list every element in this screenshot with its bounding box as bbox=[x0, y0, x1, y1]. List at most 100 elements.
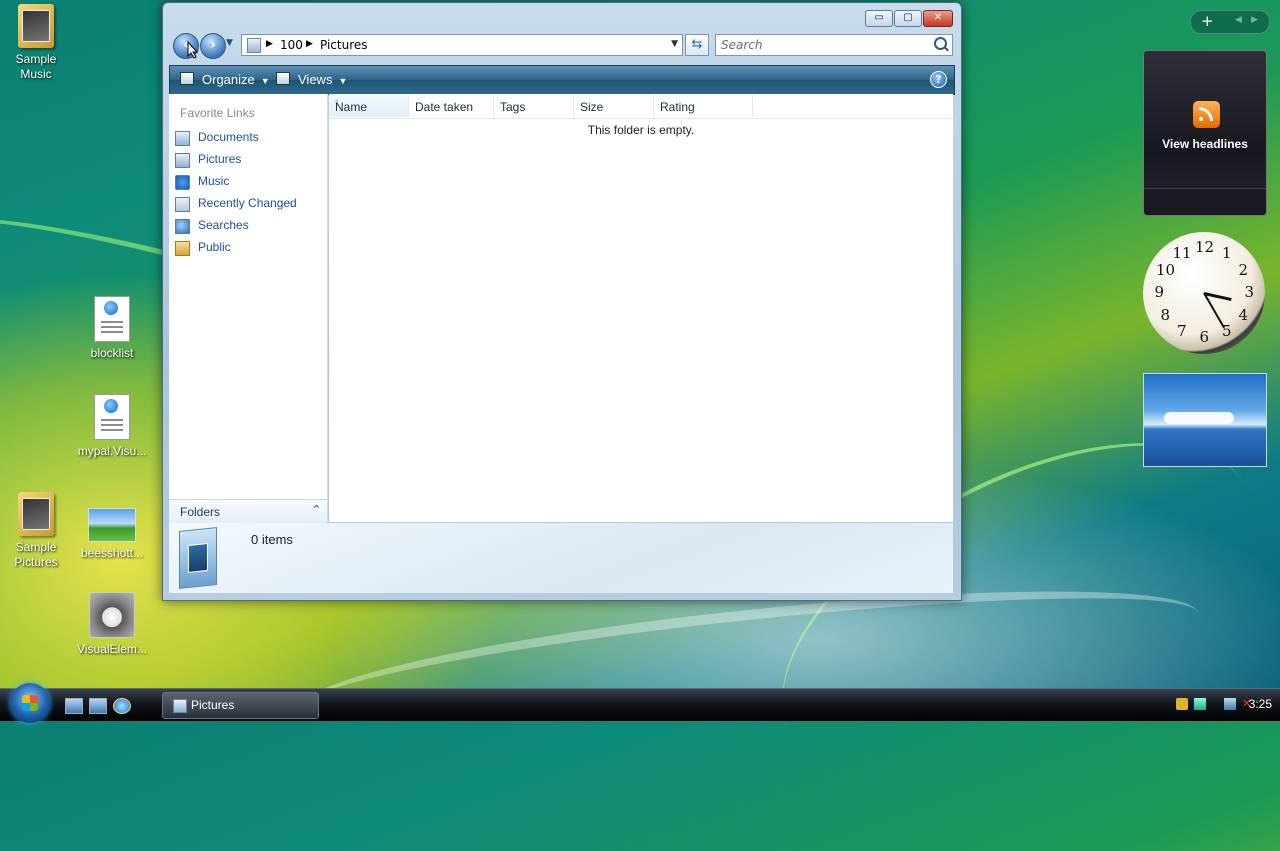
breadcrumb-chevron-icon[interactable]: ▶ bbox=[266, 39, 273, 49]
column-rating[interactable]: Rating bbox=[654, 94, 753, 117]
desktop-icon-label: beesshott... bbox=[80, 546, 144, 560]
search-input[interactable]: Search bbox=[721, 38, 763, 52]
column-name[interactable]: ^ Name bbox=[329, 94, 409, 117]
searches-icon bbox=[175, 219, 190, 234]
feed-headlines-gadget[interactable]: View headlines bbox=[1143, 50, 1267, 216]
empty-folder-message: This folder is empty. bbox=[587, 123, 695, 137]
maximize-button[interactable]: ▢ bbox=[894, 10, 922, 27]
help-button[interactable]: ? bbox=[930, 71, 947, 88]
desktop-icon-visualelements[interactable]: VisualElem... bbox=[72, 592, 152, 657]
public-folder-icon bbox=[175, 241, 190, 256]
views-button[interactable]: Views ▼ bbox=[276, 72, 347, 87]
internet-explorer-icon[interactable] bbox=[113, 698, 131, 714]
add-gadget-button[interactable]: + bbox=[1201, 12, 1214, 30]
desktop-icon-label: Sample Pictures bbox=[14, 540, 58, 569]
rss-icon bbox=[1193, 101, 1220, 128]
next-gadgets-arrow-icon[interactable]: ▶ bbox=[1251, 15, 1258, 25]
pictures-icon bbox=[175, 153, 190, 168]
organize-icon bbox=[180, 72, 194, 85]
slideshow-gadget[interactable] bbox=[1143, 373, 1267, 467]
notification-area: ✕ 3:25 bbox=[1150, 689, 1280, 721]
nav-link-documents[interactable]: Documents bbox=[175, 128, 325, 148]
column-size[interactable]: Size bbox=[574, 94, 654, 117]
mouse-cursor-icon bbox=[187, 41, 199, 59]
music-icon bbox=[175, 175, 190, 190]
slideshow-image bbox=[1164, 412, 1234, 424]
nav-link-recently-changed[interactable]: Recently Changed bbox=[175, 194, 325, 214]
desktop-icon-label: VisualElem... bbox=[77, 642, 147, 656]
previous-gadgets-arrow-icon[interactable]: ◀ bbox=[1235, 15, 1242, 25]
desktop-icon-blocklist[interactable]: blocklist bbox=[72, 296, 152, 361]
explorer-folder-icon bbox=[173, 699, 187, 713]
security-shield-icon[interactable] bbox=[1176, 698, 1188, 710]
minimize-button[interactable]: ▭ bbox=[865, 10, 893, 27]
document-icon bbox=[94, 296, 130, 342]
breadcrumb-current[interactable]: Pictures bbox=[320, 38, 368, 52]
recently-changed-icon bbox=[175, 197, 190, 212]
folder-icon bbox=[18, 4, 54, 48]
search-box[interactable]: Search bbox=[715, 34, 953, 56]
clock-number: 3 bbox=[1244, 283, 1255, 301]
search-icon[interactable] bbox=[934, 37, 947, 50]
navigation-bar: ‹ › ▼ ▶ 100 ▶ Pictures ▼ ⇆ Search bbox=[171, 33, 955, 59]
favorite-links-heading: Favorite Links bbox=[180, 106, 255, 120]
gadget-footer bbox=[1144, 188, 1266, 215]
address-dropdown-icon[interactable]: ▼ bbox=[671, 39, 678, 49]
desktop-icon-mypal[interactable]: mypal.Visu... bbox=[72, 394, 152, 459]
desktop-icon-sample-music[interactable]: Sample Music bbox=[0, 4, 76, 82]
clock-number: 1 bbox=[1222, 244, 1232, 263]
forward-button[interactable]: › bbox=[200, 33, 226, 59]
close-button[interactable]: ✕ bbox=[923, 10, 953, 27]
documents-icon bbox=[175, 131, 190, 146]
clock-gadget[interactable]: 12 1 2 3 4 5 6 7 8 9 10 11 bbox=[1143, 232, 1265, 354]
pictures-folder-icon bbox=[179, 527, 217, 589]
nav-link-searches[interactable]: Searches bbox=[175, 216, 325, 236]
taskbar: Pictures ✕ 3:25 bbox=[0, 683, 1280, 723]
explorer-window: ▭ ▢ ✕ ‹ › ▼ ▶ 100 ▶ Pictures ▼ ⇆ Search … bbox=[162, 2, 962, 601]
folders-toggle[interactable]: Folders ⌃ bbox=[169, 499, 327, 524]
recent-pages-dropdown[interactable]: ▼ bbox=[226, 38, 233, 48]
windows-defender-icon[interactable] bbox=[1194, 698, 1206, 710]
column-headers: ^ Name Date taken Tags Size Rating bbox=[329, 94, 953, 119]
taskbar-button-pictures[interactable]: Pictures bbox=[162, 692, 319, 719]
desktop-icon-label: Sample Music bbox=[15, 52, 57, 81]
breadcrumb-chevron-icon[interactable]: ▶ bbox=[306, 39, 313, 49]
column-date-taken[interactable]: Date taken bbox=[409, 94, 494, 117]
clock-number: 6 bbox=[1199, 328, 1210, 346]
views-icon bbox=[276, 72, 290, 85]
network-icon[interactable] bbox=[1224, 698, 1236, 710]
organize-button[interactable]: Organize ▼ bbox=[180, 72, 270, 87]
folder-icon bbox=[18, 492, 54, 536]
desktop-icon-label: blocklist bbox=[90, 346, 134, 360]
clock-time[interactable]: 3:25 bbox=[1249, 697, 1272, 711]
clock-number: 7 bbox=[1177, 321, 1187, 340]
desktop-icon-sample-pictures[interactable]: Sample Pictures bbox=[0, 492, 76, 570]
breadcrumb-root[interactable]: 100 bbox=[280, 38, 303, 52]
address-bar[interactable]: ▶ 100 ▶ Pictures ▼ bbox=[241, 34, 683, 56]
clock-number: 10 bbox=[1156, 260, 1176, 279]
nav-link-pictures[interactable]: Pictures bbox=[175, 150, 325, 170]
nav-link-public[interactable]: Public bbox=[175, 238, 325, 258]
clock-number: 11 bbox=[1172, 244, 1192, 263]
switch-windows-icon[interactable] bbox=[89, 698, 107, 714]
refresh-button[interactable]: ⇆ bbox=[685, 34, 709, 56]
item-count: 0 items bbox=[251, 532, 293, 547]
sidebar-controls: + ◀ ▶ bbox=[1190, 10, 1270, 34]
view-headlines-link[interactable]: View headlines bbox=[1144, 137, 1266, 151]
column-tags[interactable]: Tags bbox=[494, 94, 574, 117]
folders-label: Folders bbox=[180, 505, 221, 519]
clock-number: 12 bbox=[1195, 238, 1215, 256]
caption-buttons: ▭ ▢ ✕ bbox=[865, 10, 953, 27]
clock-number: 4 bbox=[1238, 305, 1249, 324]
clock-number: 9 bbox=[1154, 283, 1165, 301]
clock-number: 8 bbox=[1160, 305, 1171, 324]
document-icon bbox=[94, 394, 130, 440]
desktop-icon-beesshot[interactable]: beesshott... bbox=[72, 508, 152, 561]
chevron-up-icon[interactable]: ⌃ bbox=[312, 503, 321, 516]
nav-link-music[interactable]: Music bbox=[175, 172, 325, 192]
start-button[interactable] bbox=[10, 683, 50, 723]
show-desktop-icon[interactable] bbox=[65, 698, 83, 714]
raccoon-app-icon bbox=[89, 592, 135, 638]
taskbar-button-label: Pictures bbox=[191, 698, 235, 712]
command-bar: Organize ▼ Views ▼ ? bbox=[169, 65, 955, 95]
